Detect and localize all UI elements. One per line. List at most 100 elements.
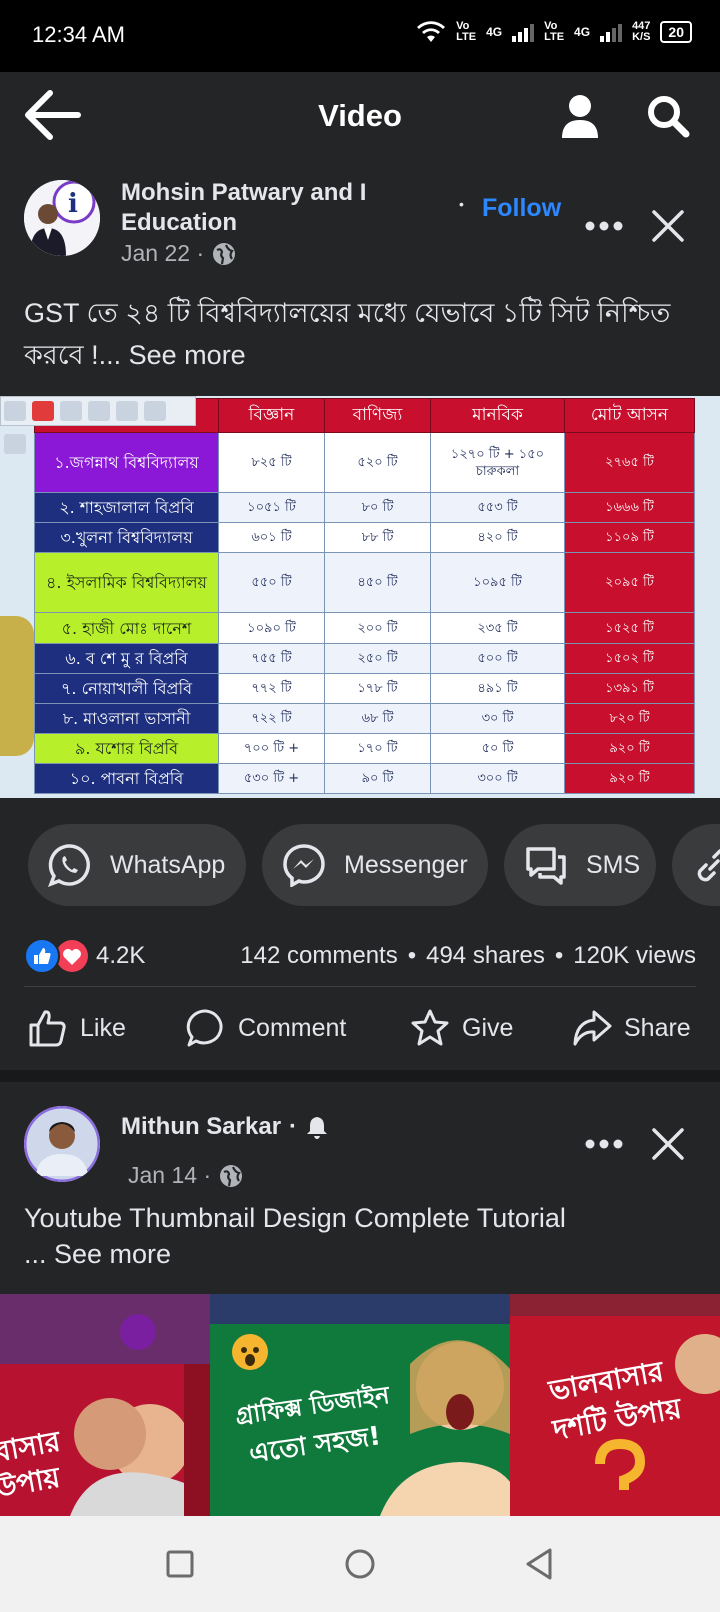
thumbnail-left: বাসার উপায় [0,1294,220,1516]
post-author[interactable]: Mohsin Patwary and I Education [121,178,451,238]
post-meta: Jan 14 · [128,1162,243,1189]
seat-count-cell: ১২৭০ টি + ১৫০ চারুকলা [430,431,565,494]
status-time: 12:34 AM [32,22,125,47]
seat-count-cell: ৪২০ টি [430,522,565,554]
seat-count-cell: ৫০ টি [430,732,565,764]
like-label: Like [80,1013,126,1042]
total-seats-cell: ৯২০ টি [564,732,695,764]
comments-count[interactable]: 142 comments [240,942,397,970]
profile-icon[interactable] [560,94,600,138]
recents-icon[interactable] [160,1544,200,1584]
video-table: বিজ্ঞান বাণিজ্য মানবিক মোট আসন ১.জগন্নাথ… [34,398,695,795]
more-options-icon[interactable] [584,1124,624,1164]
share-icon [573,1010,612,1046]
close-icon[interactable] [648,1124,688,1164]
university-name-cell: ৬. ব শে মু র বিপ্রবি [34,642,219,674]
university-name-cell: ৫. হাজী মোঃ দানেশ [34,612,219,644]
seat-count-cell: ৫৫৩ টি [430,492,565,524]
share-whatsapp-button[interactable]: WhatsApp [28,824,246,906]
thumbnail-center: গ্রাফিক্স ডিজাইন এতো সহজ! [210,1294,520,1516]
share-label: Messenger [344,850,468,879]
seat-count-cell: ৬০১ টি [218,522,325,554]
follow-dot: • [459,196,464,212]
battery-icon: 20 [660,21,692,43]
seat-count-cell: ৪৫০ টি [324,552,431,614]
seat-count-cell: ২০০ টি [324,612,431,644]
share-messenger-button[interactable]: Messenger [262,824,488,906]
tool-icon [116,401,138,421]
seat-count-cell: ৭৭২ টি [218,672,325,704]
total-seats-cell: ২৭৬৫ টি [564,431,695,494]
shares-count[interactable]: 494 shares [426,942,545,970]
share-label: Share [624,1013,691,1042]
reactions-icon[interactable] [24,938,88,974]
video-thumbnail[interactable]: বাসার উপায় গ্রাফিক্স ডিজাইন এতো সহজ! ভা… [0,1294,720,1516]
university-name-cell: ৪. ইসলামিক বিশ্ববিদ্যালয় [34,552,219,614]
seat-count-cell: ৫০০ টি [430,642,565,674]
table-row: ৮. মাওলানা ভাসানী ৭২২ টি ৬৮ টি ৩০ টি ৮২০ টি [34,702,695,734]
comment-button[interactable]: Comment [186,1008,346,1048]
university-name-cell: ৮. মাওলানা ভাসানী [34,702,219,734]
seat-count-cell: ৮২৫ টি [218,431,325,494]
like-button[interactable]: Like [28,1008,126,1048]
video-player[interactable]: বিজ্ঞান বাণিজ্য মানবিক মোট আসন ১.জগন্নাথ… [0,396,720,798]
avatar[interactable] [24,1106,100,1182]
see-more-link[interactable]: See more [129,340,246,370]
back-icon[interactable] [520,1544,560,1584]
search-icon[interactable] [646,94,690,138]
total-seats-cell: ১৩৯১ টি [564,672,695,704]
give-star-icon [411,1009,449,1046]
status-bar: 12:34 AM Vo LTE 4G Vo LTE 4G 447 K/S 20 [0,0,720,72]
total-seats-cell: ১১০৯ টি [564,522,695,554]
total-seats-cell: ২০৯৫ টি [564,552,695,614]
post-author[interactable]: Mithun Sarkar · [121,1112,329,1142]
university-name-cell: ১.জগন্নাথ বিশ্ববিদ্যালয় [34,431,219,494]
caption-text: GST তে ২৪ টি বিশ্ববিদ্যালয়ের মধ্যে যেভা… [24,298,671,370]
like-icon [29,1010,66,1047]
seat-count-cell: ১০৫১ টি [218,492,325,524]
home-icon[interactable] [340,1544,380,1584]
thumbnail-right: ভালবাসার দশটি উপায় [510,1294,720,1516]
page-title: Video [318,98,402,133]
more-options-icon[interactable] [584,206,624,246]
post-date: Jan 14 · [128,1162,212,1188]
see-more-link[interactable]: ... See more [24,1236,696,1272]
avatar[interactable]: i [24,180,100,256]
presenter-figure [0,616,34,756]
total-seats-cell: ১৫২৫ টি [564,612,695,644]
tool-icon [4,401,26,421]
svg-text:i: i [68,189,78,219]
author-sep: · [289,1113,298,1140]
globe-icon [220,1164,243,1187]
give-label: Give [462,1013,514,1042]
signal-icon [512,22,535,42]
close-icon[interactable] [648,206,688,246]
seat-count-cell: ১০৯০ টি [218,612,325,644]
system-nav-bar [0,1516,720,1612]
share-copy-link-button[interactable] [672,824,720,906]
views-count: 120K views [573,942,696,969]
table-row: ৬. ব শে মু র বিপ্রবি ৭৫৫ টি ২৫০ টি ৫০০ টি ১৫… [34,642,695,674]
seat-count-cell: ৮০ টি [324,492,431,524]
seat-count-cell: ৩০ টি [430,702,565,734]
tool-icon [144,401,166,421]
share-button[interactable]: Share [572,1008,691,1048]
post-caption: GST তে ২৪ টি বিশ্ববিদ্যালয়ের মধ্যে যেভা… [24,292,696,376]
author-name[interactable]: Mithun Sarkar [121,1112,281,1142]
network-gen-2: 4G [574,25,591,39]
total-seats-cell: ৮২০ টি [564,702,695,734]
share-label: WhatsApp [110,850,226,879]
table-header: মোট আসন [564,398,695,433]
table-row: ২. শাহজালাল বিপ্রবি ১০৫১ টি ৮০ টি ৫৫৩ টি ১৬৬… [34,492,695,524]
reactions-count[interactable]: 4.2K [96,942,145,970]
table-header: বিজ্ঞান [218,398,325,433]
table-header: বাণিজ্য [324,398,431,433]
give-button[interactable]: Give [410,1008,513,1048]
seat-count-cell: ৭০০ টি + [218,732,325,764]
seat-count-cell: ৭৫৫ টি [218,642,325,674]
share-sms-button[interactable]: SMS [504,824,656,906]
follow-button[interactable]: Follow [482,194,561,223]
university-name-cell: ৯. যশোর বিপ্রবি [34,732,219,764]
table-row: ৫. হাজী মোঃ দানেশ ১০৯০ টি ২০০ টি ২৩৫ টি ১৫২৫… [34,612,695,644]
bell-icon[interactable] [305,1115,329,1139]
